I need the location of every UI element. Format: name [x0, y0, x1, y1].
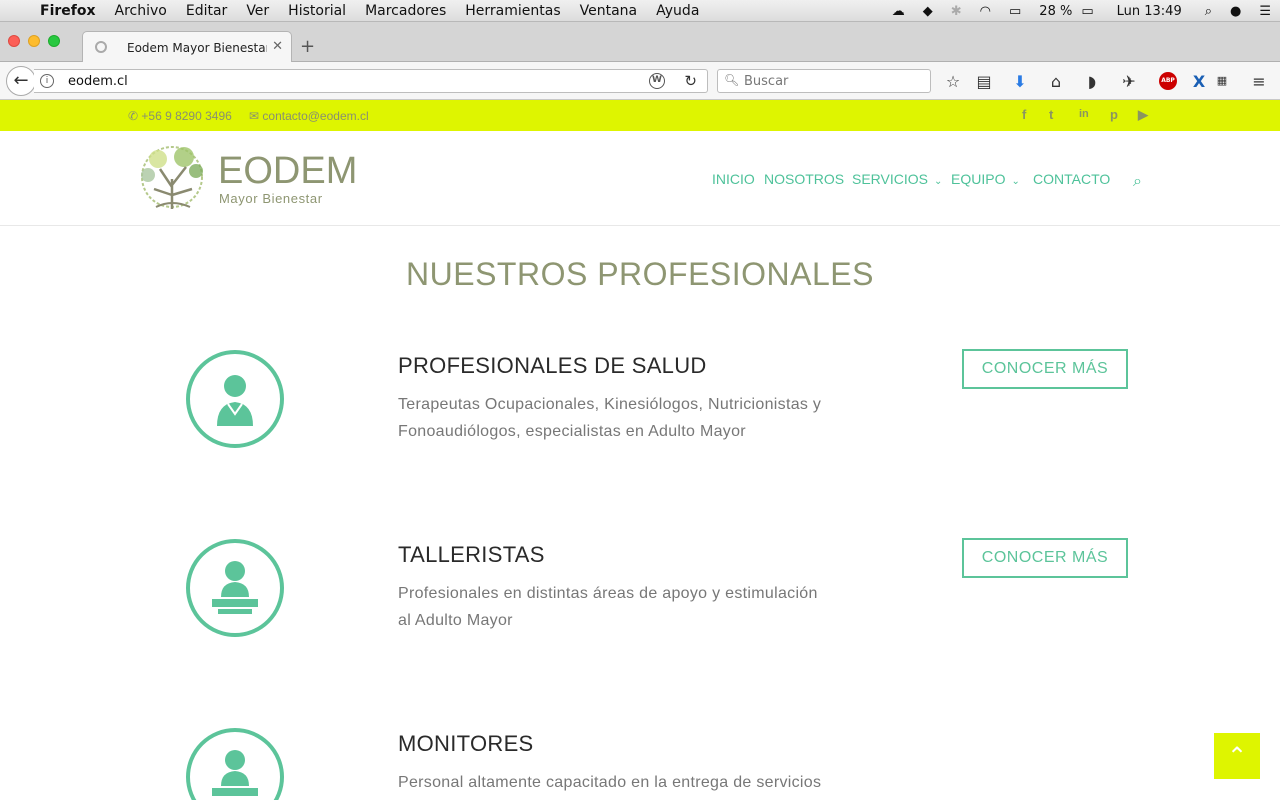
logo-wordmark[interactable]: EODEM	[218, 151, 357, 191]
spotlight-icon[interactable]: ⌕	[1205, 4, 1212, 19]
new-tab-button[interactable]: +	[300, 36, 315, 57]
nav-toolbar: ← i eodem.cl W ↻ 🔍︎ Buscar ☆ ▤ ⬇ ⌂ ◗ ✈ X…	[0, 62, 1280, 100]
section-desc-talleristas: Profesionales en distintas áreas de apoy…	[398, 580, 888, 634]
menu-ver[interactable]: Ver	[246, 3, 269, 19]
tab-title: Eodem Mayor Bienestar |	[127, 41, 267, 55]
desc-line: Terapeutas Ocupacionales, Kinesiólogos, …	[398, 396, 822, 413]
tab-bar: Eodem Mayor Bienestar | ✕ +	[0, 22, 1280, 63]
nav-nosotros[interactable]: NOSOTROS	[764, 171, 844, 187]
search-input[interactable]: 🔍︎ Buscar	[717, 69, 931, 93]
wifi-icon[interactable]: ◠	[980, 4, 991, 19]
reload-icon[interactable]: ↻	[684, 72, 697, 90]
email-link[interactable]: ✉ contacto@eodem.cl	[249, 109, 369, 123]
wordpress-icon: W	[649, 73, 665, 89]
workshop-leader-icon	[186, 539, 284, 637]
menu-herramientas[interactable]: Herramientas	[465, 3, 560, 19]
health-professional-icon	[186, 350, 284, 448]
chevron-down-icon: ⌄	[1011, 176, 1020, 187]
loading-icon	[95, 41, 107, 53]
section-heading-monitores: MONITORES	[398, 731, 534, 756]
hamburger-menu-icon[interactable]: ≡	[1249, 72, 1269, 91]
menu-historial[interactable]: Historial	[288, 3, 346, 19]
section-heading-talleristas: TALLERISTAS	[398, 542, 545, 567]
pinterest-icon[interactable]: p	[1110, 107, 1118, 122]
site-topbar: ✆ +56 9 8290 3496 ✉ contacto@eodem.cl f …	[0, 100, 1280, 131]
user-icon[interactable]: ●	[1230, 4, 1241, 19]
url-text[interactable]: eodem.cl	[68, 74, 128, 89]
section-desc-salud: Terapeutas Ocupacionales, Kinesiólogos, …	[398, 391, 888, 445]
battery-icon[interactable]: ▭	[1081, 4, 1093, 19]
phone-number: +56 9 8290 3496	[141, 109, 232, 123]
phone-link[interactable]: ✆ +56 9 8290 3496	[128, 109, 232, 123]
chevron-down-icon: ⌄	[934, 176, 943, 187]
linkedin-icon[interactable]: in	[1079, 108, 1089, 120]
search-icon: 🔍︎	[724, 73, 740, 87]
desc-line: al Adulto Mayor	[398, 612, 513, 629]
flag-icon[interactable]: ▦	[1212, 74, 1232, 87]
menu-ventana[interactable]: Ventana	[580, 3, 638, 19]
search-placeholder: Buscar	[744, 74, 789, 89]
youtube-icon[interactable]: ▶	[1138, 107, 1148, 123]
conocer-mas-button-talleristas[interactable]: CONOCER MÁS	[962, 538, 1128, 578]
conocer-mas-button-salud[interactable]: CONOCER MÁS	[962, 349, 1128, 389]
logo-tagline: Mayor Bienestar	[219, 191, 323, 206]
nav-servicios[interactable]: SERVICIOS ⌄	[852, 171, 942, 187]
twitter-icon[interactable]: t	[1049, 107, 1053, 122]
dropbox-icon[interactable]: ◆	[923, 4, 933, 19]
adblock-icon[interactable]: ABP	[1159, 72, 1177, 90]
menu-app-firefox[interactable]: Firefox	[40, 3, 96, 19]
back-button[interactable]: ←	[6, 66, 36, 96]
nav-equipo[interactable]: EQUIPO ⌄	[951, 171, 1020, 187]
os-menubar: Firefox Archivo Editar Ver Historial Mar…	[0, 0, 1280, 22]
scroll-to-top-button[interactable]: ⌃	[1214, 733, 1260, 779]
page-title: NUESTROS PROFESIONALES	[406, 256, 874, 292]
menu-marcadores[interactable]: Marcadores	[365, 3, 446, 19]
menu-editar[interactable]: Editar	[186, 3, 227, 19]
email-address: contacto@eodem.cl	[262, 109, 369, 123]
clock[interactable]: Lun 13:49	[1117, 4, 1182, 19]
minimize-window-button[interactable]	[28, 35, 40, 47]
downloads-icon[interactable]: ⬇	[1010, 72, 1030, 91]
tree-logo-icon[interactable]	[134, 139, 210, 217]
site-header: EODEM Mayor Bienestar INICIO NOSOTROS SE…	[0, 131, 1280, 226]
nav-servicios-label: SERVICIOS	[852, 171, 928, 187]
site-search-icon[interactable]: ⌕	[1133, 171, 1142, 191]
nav-inicio[interactable]: INICIO	[712, 171, 755, 187]
home-icon[interactable]: ⌂	[1046, 72, 1066, 91]
notification-center-icon[interactable]: ☰	[1259, 4, 1271, 19]
nav-equipo-label: EQUIPO	[951, 171, 1006, 187]
section-heading-salud: PROFESIONALES DE SALUD	[398, 353, 707, 378]
desc-line: Profesionales en distintas áreas de apoy…	[398, 585, 818, 602]
battery-percent[interactable]: 28 %	[1039, 4, 1072, 19]
reading-list-icon[interactable]: ▤	[974, 72, 994, 91]
close-tab-icon[interactable]: ✕	[272, 39, 283, 54]
monitor-icon	[186, 728, 284, 800]
close-window-button[interactable]	[8, 35, 20, 47]
facebook-icon[interactable]: f	[1022, 107, 1026, 122]
menu-ayuda[interactable]: Ayuda	[656, 3, 699, 19]
creative-cloud-icon[interactable]: ☁	[892, 4, 905, 19]
url-bar[interactable]: i eodem.cl W ↻	[34, 69, 708, 93]
nav-contacto[interactable]: CONTACTO	[1033, 171, 1110, 187]
tab-active[interactable]: Eodem Mayor Bienestar | ✕	[82, 31, 292, 63]
bookmark-star-icon[interactable]: ☆	[943, 72, 963, 91]
airplay-icon[interactable]: ▭	[1009, 4, 1021, 19]
site-info-icon[interactable]: i	[40, 74, 54, 88]
desc-line: Personal altamente capacitado en la entr…	[398, 774, 822, 791]
section-desc-monitores: Personal altamente capacitado en la entr…	[398, 769, 888, 796]
pocket-icon[interactable]: ◗	[1082, 72, 1102, 91]
translate-x-icon[interactable]: X	[1189, 72, 1209, 91]
menu-archivo[interactable]: Archivo	[115, 3, 167, 19]
desc-line: Fonoaudiólogos, especialistas en Adulto …	[398, 423, 746, 440]
zoom-window-button[interactable]	[48, 35, 60, 47]
bluetooth-icon[interactable]: ✱	[951, 4, 962, 19]
extension-icon[interactable]: ✈	[1119, 72, 1139, 91]
